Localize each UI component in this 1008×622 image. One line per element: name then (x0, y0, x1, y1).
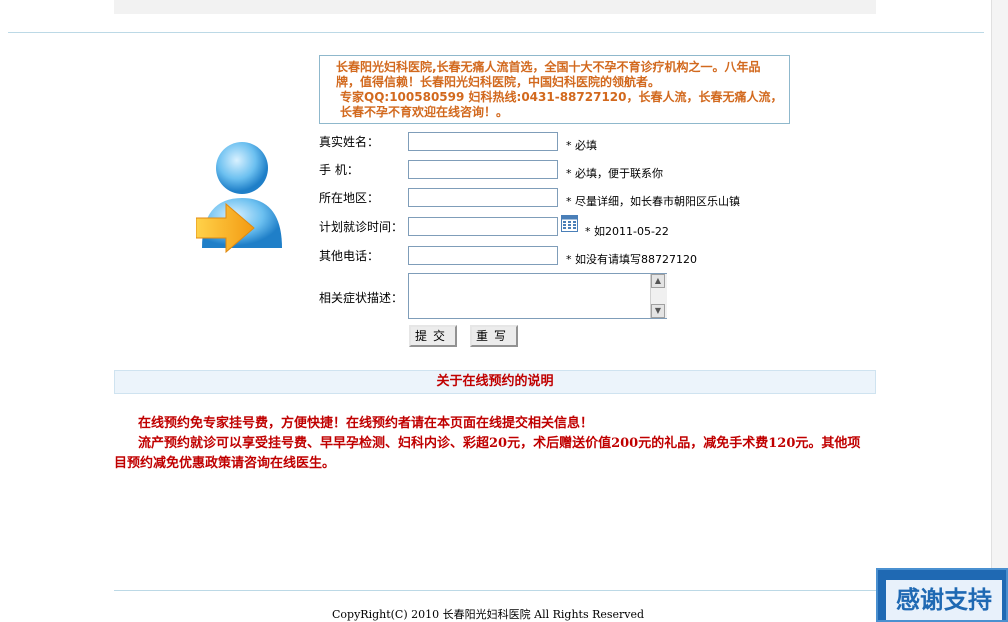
phone-input[interactable] (408, 160, 558, 179)
description-paragraph-2: 流产预约就诊可以享受挂号费、早早孕检测、妇科内诊、彩超20元，术后赠送价值200… (114, 436, 861, 471)
other-phone-input[interactable] (408, 246, 558, 265)
calendar-icon[interactable] (561, 215, 578, 232)
phone-label: 手 机： (319, 163, 359, 177)
region-hint: * 尽量详细，如长春市朝阳区乐山镇 (566, 195, 740, 208)
window-scrollbar[interactable] (991, 0, 1008, 622)
date-label: 计划就诊时间： (319, 220, 404, 234)
user-arrow-icon (196, 142, 282, 254)
description-paragraph-1: 在线预约免专家挂号费，方便快捷！在线预约者请在本页面在线提交相关信息！ (138, 416, 594, 431)
thanks-badge[interactable]: 感谢支持 (876, 568, 1008, 622)
date-input[interactable] (408, 217, 558, 236)
region-input[interactable] (408, 188, 558, 207)
section-title: 关于在线预约的说明 (114, 370, 876, 394)
other-phone-hint: * 如没有请填写88727120 (566, 253, 697, 266)
date-hint: * 如2011-05-22 (585, 225, 669, 238)
name-input[interactable] (408, 132, 558, 151)
phone-hint: * 必填，便于联系你 (566, 167, 663, 180)
name-label: 真实姓名： (319, 135, 380, 149)
notice-line-2: 专家QQ:100580599 妇科热线:0431-88727120，长春人流，长… (340, 90, 783, 119)
notice-line-1: 长春阳光妇科医院,长春无痛人流首选，全国十大不孕不育诊疗机构之一。八年品牌，值得… (336, 60, 761, 89)
divider (8, 32, 984, 33)
other-phone-label: 其他电话： (319, 249, 380, 263)
notice-box: 长春阳光妇科医院,长春无痛人流首选，全国十大不孕不育诊疗机构之一。八年品牌，值得… (319, 55, 790, 124)
symptom-textarea[interactable] (408, 273, 667, 319)
divider (114, 590, 876, 591)
reset-button[interactable]: 重写 (470, 325, 518, 347)
name-hint: * 必填 (566, 139, 597, 152)
symptom-label: 相关症状描述： (319, 291, 404, 305)
scroll-down-icon[interactable]: ▼ (651, 304, 665, 318)
submit-button[interactable]: 提交 (409, 325, 457, 347)
section-description: 在线预约免专家挂号费，方便快捷！在线预约者请在本页面在线提交相关信息！ 流产预约… (114, 414, 864, 474)
copyright-footer: CopyRight(C) 2010 长春阳光妇科医院 All Rights Re… (332, 608, 645, 621)
scroll-up-icon[interactable]: ▲ (651, 274, 665, 288)
region-label: 所在地区： (319, 191, 380, 205)
thanks-badge-text: 感谢支持 (886, 580, 1002, 620)
top-bar (114, 0, 876, 14)
